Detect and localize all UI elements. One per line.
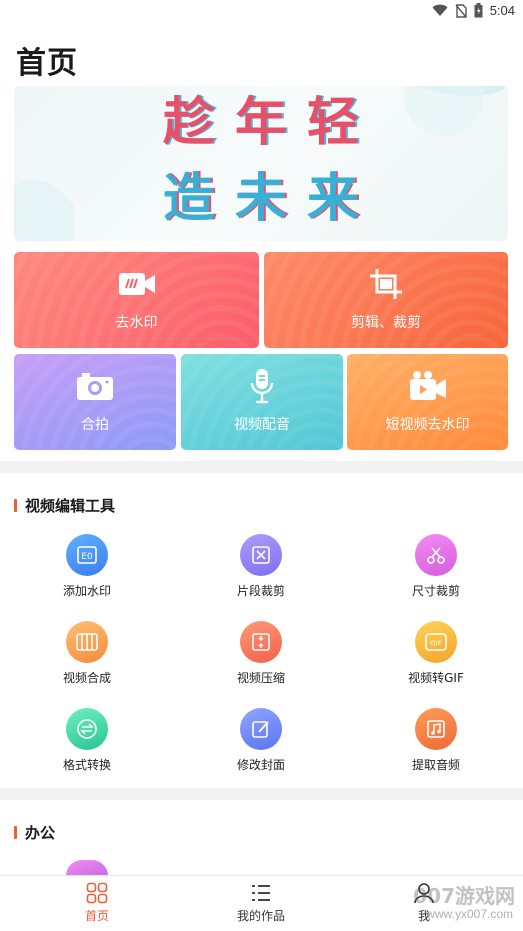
tile-duet-label: 合拍	[81, 417, 109, 433]
section-accent-bar	[14, 499, 17, 512]
battery-icon	[474, 3, 483, 18]
extract-audio-icon	[415, 708, 457, 750]
tool-size-cut[interactable]: 尺寸裁剪	[376, 534, 496, 599]
tile-edit-crop-label: 剪辑、裁剪	[351, 315, 421, 331]
tool-label: 视频压缩	[236, 671, 285, 685]
tile-remove-watermark[interactable]: 去水印	[14, 252, 259, 348]
format-convert-icon	[66, 708, 108, 750]
nav-label-my-works: 我的作品	[236, 909, 285, 923]
tool-label: 尺寸裁剪	[411, 584, 460, 598]
edit-cover-icon	[240, 708, 282, 750]
wifi-icon	[432, 4, 448, 16]
video-merge-icon	[66, 621, 108, 663]
site-watermark-url: www.yx007.com	[426, 907, 513, 921]
video-watermark-icon	[117, 268, 157, 300]
tool-add-watermark[interactable]: E0 添加水印	[27, 534, 147, 599]
tool-video-compress[interactable]: 视频压缩	[201, 621, 321, 686]
section-title-text: 办公	[25, 824, 56, 842]
page-title: 首页	[16, 46, 78, 81]
tile-remove-watermark-label: 去水印	[115, 315, 158, 331]
nav-label-home: 首页	[84, 909, 109, 923]
size-cut-icon	[415, 534, 457, 576]
video-compress-icon	[240, 621, 282, 663]
crop-icon	[366, 268, 406, 300]
tool-label: 视频转GIF	[408, 671, 464, 685]
tool-label: 格式转换	[62, 758, 111, 772]
tool-edit-cover[interactable]: 修改封面	[201, 708, 321, 773]
tool-label: 片段裁剪	[236, 584, 285, 598]
gif-icon: GIF	[415, 621, 457, 663]
clip-cut-icon	[240, 534, 282, 576]
status-time: 5:04	[489, 3, 515, 18]
section-title-office: 办公	[14, 822, 55, 843]
section-title-text: 视频编辑工具	[25, 497, 116, 515]
tool-label: 提取音频	[411, 758, 460, 772]
camera-icon	[75, 370, 115, 402]
nav-item-home[interactable]: 首页	[37, 882, 157, 924]
clapper-icon	[408, 370, 448, 402]
tile-edit-crop[interactable]: 剪辑、裁剪	[264, 252, 508, 348]
tile-video-dubbing[interactable]: 视频配音	[181, 354, 343, 450]
tool-clip-cut[interactable]: 片段裁剪	[201, 534, 321, 599]
tool-label: 添加水印	[62, 584, 111, 598]
tool-label: 修改封面	[236, 758, 285, 772]
section-divider	[0, 461, 523, 473]
section-accent-bar	[14, 826, 17, 839]
svg-text:GIF: GIF	[430, 640, 442, 648]
banner-slogan-line1: 趁年轻	[162, 93, 379, 153]
status-bar: 5:04	[0, 0, 523, 26]
list-icon	[252, 885, 270, 901]
home-grid-icon	[86, 882, 108, 904]
section-divider	[0, 788, 523, 800]
microphone-icon	[242, 369, 282, 404]
tool-label: 视频合成	[62, 671, 111, 685]
office-tool-partial-icon[interactable]	[66, 860, 108, 876]
tool-extract-audio[interactable]: 提取音频	[376, 708, 496, 773]
tile-short-video-watermark-label: 短视频去水印	[385, 417, 470, 433]
banner-slogan-line2: 造未来	[162, 169, 379, 229]
tool-format-convert[interactable]: 格式转换	[27, 708, 147, 773]
site-watermark: 007游戏网	[413, 884, 515, 908]
tool-video-to-gif[interactable]: GIF 视频转GIF	[376, 621, 496, 686]
tool-video-merge[interactable]: 视频合成	[27, 621, 147, 686]
tile-duet[interactable]: 合拍	[14, 354, 176, 450]
tile-short-video-watermark[interactable]: 短视频去水印	[347, 354, 508, 450]
nav-item-my-works[interactable]: 我的作品	[201, 882, 321, 924]
no-sim-icon	[455, 3, 467, 18]
svg-text:E0: E0	[81, 552, 93, 562]
add-watermark-icon: E0	[66, 534, 108, 576]
section-title-video-tools: 视频编辑工具	[14, 495, 115, 516]
tile-video-dubbing-label: 视频配音	[234, 417, 290, 433]
banner[interactable]: 趁年轻 造未来	[14, 86, 508, 241]
